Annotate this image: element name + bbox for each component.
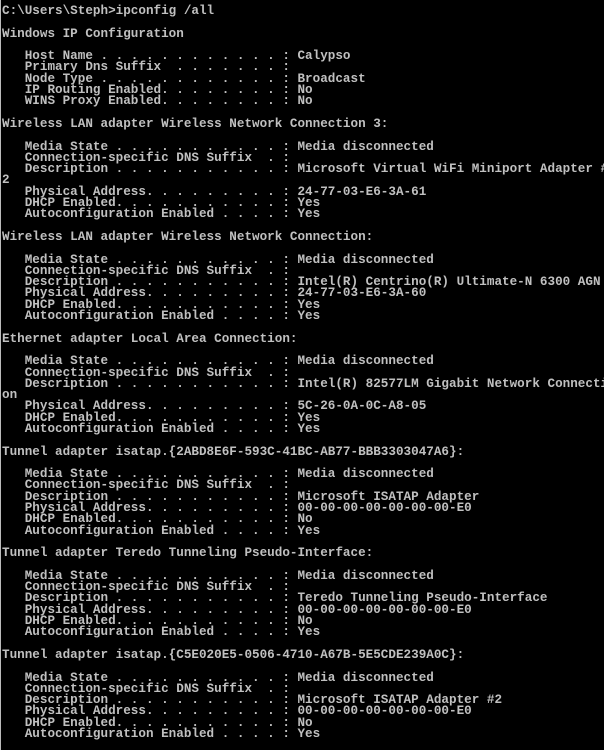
console-output: C:\Users\Steph>ipconfig /all Windows IP C…: [2, 3, 604, 741]
output-line: WINS Proxy Enabled. . . . . . . . : No: [2, 93, 313, 109]
console-window[interactable]: C:\Users\Steph>ipconfig /all Windows IP C…: [0, 0, 604, 750]
output-line: Autoconfiguration Enabled . . . . : Yes: [2, 726, 321, 741]
output-line: Description . . . . . . . . . . . : Micr…: [2, 161, 604, 177]
output-line: Windows IP Configuration: [2, 25, 184, 41]
output-line: Description . . . . . . . . . . . : Inte…: [2, 375, 604, 391]
output-line: Wireless LAN adapter Wireless Network Co…: [2, 115, 389, 131]
output-line: Tunnel adapter Teredo Tunneling Pseudo-I…: [2, 545, 374, 561]
output-line: Autoconfiguration Enabled . . . . : Yes: [2, 308, 321, 324]
output-line: Ethernet adapter Local Area Connection:: [2, 330, 298, 346]
output-line: Autoconfiguration Enabled . . . . : Yes: [2, 522, 321, 538]
command-line: C:\Users\Steph>ipconfig /all: [2, 3, 215, 18]
output-line: Autoconfiguration Enabled . . . . : Yes: [2, 420, 321, 436]
output-line: Autoconfiguration Enabled . . . . : Yes: [2, 624, 321, 640]
output-line: Tunnel adapter isatap.{2ABD8E6F-593C-41B…: [2, 443, 465, 459]
output-line: Autoconfiguration Enabled . . . . : Yes: [2, 206, 321, 222]
output-line: Wireless LAN adapter Wireless Network Co…: [2, 228, 374, 244]
output-line: Tunnel adapter isatap.{C5E020E5-0506-471…: [2, 646, 465, 662]
